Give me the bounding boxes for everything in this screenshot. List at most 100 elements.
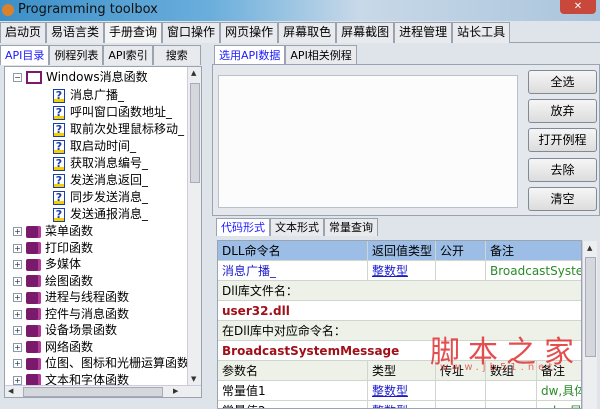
param-note[interactable]: pdw,局	[537, 401, 581, 408]
scroll-up-icon[interactable]: ▲	[587, 244, 592, 252]
tree-horizontal-scrollbar[interactable]: ◀ ▶	[5, 385, 201, 397]
expand-icon[interactable]: +	[13, 375, 22, 385]
collapse-icon[interactable]: −	[13, 73, 22, 82]
col-dll-name: DLL命令名	[218, 241, 368, 261]
tab-webmaster[interactable]: 站长工具	[452, 22, 511, 43]
dll-label-row: Dll库文件名：	[218, 281, 581, 301]
scroll-thumb[interactable]	[190, 83, 200, 183]
tree-node-label: 同步发送消息_	[70, 190, 149, 204]
tab-process[interactable]: 进程管理	[394, 22, 453, 43]
tab-example-list[interactable]: 例程列表	[49, 45, 104, 65]
clear-button[interactable]: 清空	[528, 187, 597, 211]
table-row[interactable]: 常量值1 整数型 dw,具体	[218, 381, 581, 401]
scroll-right-icon[interactable]: ▶	[173, 387, 178, 395]
main-tabs: 启动页 易语言类 手册查询 窗口操作 网页操作 屏幕取色 屏幕截图 进程管理 站…	[0, 22, 600, 43]
scroll-thumb[interactable]	[23, 387, 163, 397]
tab-screenshot[interactable]: 屏幕截图	[336, 22, 395, 43]
book-icon	[26, 357, 41, 370]
tab-window[interactable]: 窗口操作	[162, 22, 221, 43]
tab-text-form[interactable]: 文本形式	[270, 218, 324, 236]
expand-icon[interactable]: +	[13, 260, 22, 269]
book-icon	[26, 308, 41, 320]
dll-value-row[interactable]: user32.dll	[218, 301, 581, 321]
col-param-type: 类型	[368, 361, 436, 381]
param-byref[interactable]	[436, 401, 486, 408]
tab-web[interactable]: 网页操作	[220, 22, 279, 43]
tree-node-group[interactable]: + 进程与线程函数	[13, 289, 129, 306]
api-tree[interactable]: − Windows消息函数 ? 消息广播_? 呼叫窗口函数地址_? 取前次处理鼠标移动_…	[4, 66, 202, 398]
select-all-button[interactable]: 全选	[528, 70, 597, 94]
tab-api-catalog[interactable]: API目录	[0, 45, 50, 65]
table-row[interactable]: 消息广播_ 整数型 BroadcastSystemMessage	[218, 261, 581, 281]
scroll-down-icon[interactable]: ▼	[191, 375, 196, 383]
tab-code-form[interactable]: 代码形式	[216, 218, 270, 236]
expand-icon[interactable]: +	[13, 309, 22, 319]
param-array[interactable]	[486, 401, 537, 408]
scroll-left-icon[interactable]: ◀	[8, 387, 13, 395]
tree-node-group[interactable]: + 绘图函数	[13, 273, 93, 290]
tab-start[interactable]: 启动页	[0, 22, 47, 43]
tree-node-group[interactable]: + 多媒体	[13, 256, 81, 273]
tree-node-label: 网络函数	[45, 339, 94, 354]
expand-icon[interactable]: +	[13, 276, 22, 286]
tab-manual[interactable]: 手册查询	[104, 22, 163, 43]
tree-node-item[interactable]: ? 消息广播_	[53, 87, 124, 104]
param-type-link[interactable]: 整数型	[368, 381, 436, 401]
tree-node-item[interactable]: ? 发送通报消息_	[53, 206, 148, 223]
scroll-up-icon[interactable]: ▲	[191, 69, 196, 77]
discard-button[interactable]: 放弃	[528, 99, 597, 123]
tree-node-group[interactable]: + 菜单函数	[13, 223, 93, 240]
tab-color-pick[interactable]: 屏幕取色	[278, 22, 337, 43]
tree-node-label: 取前次处理鼠标移动_	[70, 122, 185, 136]
tree-node-item[interactable]: ? 同步发送消息_	[53, 189, 148, 206]
dll-value[interactable]: user32.dll	[218, 301, 581, 321]
tab-api-index[interactable]: API索引	[103, 45, 153, 65]
tab-constant-query[interactable]: 常量查询	[324, 218, 378, 236]
tree-node-label: 取启动时间_	[70, 139, 137, 153]
tree-node-group[interactable]: + 打印函数	[13, 240, 93, 257]
selected-api-list[interactable]	[218, 75, 518, 208]
param-name[interactable]: 常量值1	[218, 381, 368, 401]
tree-node-label: 位图、图标和光栅运算函数	[45, 356, 190, 370]
expand-icon[interactable]: +	[13, 227, 22, 236]
cmd-note[interactable]: BroadcastSystemMessage	[486, 261, 581, 281]
tree-node-root[interactable]: − Windows消息函数	[13, 69, 148, 86]
remove-button[interactable]: 去除	[528, 158, 597, 182]
table-row[interactable]: 常量值2整数型 pdw,局	[218, 401, 581, 408]
tab-search[interactable]: 搜索	[152, 45, 201, 65]
param-byref[interactable]	[436, 381, 486, 401]
tree-node-group[interactable]: + 网络函数	[13, 339, 93, 356]
cmd-type-link[interactable]: 整数型	[368, 261, 436, 281]
tree-node-item[interactable]: ? 呼叫窗口函数地址_	[53, 104, 172, 121]
tab-eyuyan[interactable]: 易语言类	[46, 22, 105, 43]
tree-node-item[interactable]: ? 获取消息编号_	[53, 155, 148, 172]
close-button[interactable]: ✕	[560, 0, 596, 14]
col-note: 备注	[486, 241, 581, 261]
expand-icon[interactable]: +	[13, 342, 22, 352]
expand-icon[interactable]: +	[13, 243, 22, 253]
tree-node-item[interactable]: ? 取前次处理鼠标移动_	[53, 121, 184, 138]
expand-icon[interactable]: +	[13, 359, 22, 368]
tree-node-item[interactable]: ? 发送消息返回_	[53, 172, 148, 189]
grid-vertical-scrollbar[interactable]: ▲	[582, 241, 597, 409]
book-icon	[26, 291, 41, 304]
tree-vertical-scrollbar[interactable]: ▲ ▼	[187, 67, 201, 385]
help-topic-icon: ?	[53, 173, 65, 188]
param-name[interactable]: 常量值2	[218, 401, 368, 408]
tab-api-examples[interactable]: API相关例程	[285, 45, 357, 65]
expand-icon[interactable]: +	[13, 326, 22, 335]
param-note[interactable]: dw,具体	[537, 381, 581, 401]
tree-node-item[interactable]: ? 取启动时间_	[53, 138, 136, 155]
scroll-thumb[interactable]	[585, 257, 596, 357]
cmd-public[interactable]	[436, 261, 486, 281]
tab-selected-api-data[interactable]: 选用API数据	[214, 45, 286, 65]
param-array[interactable]	[486, 381, 537, 401]
open-example-button[interactable]: 打开例程	[528, 128, 597, 152]
tree-node-label: 消息广播_	[70, 88, 125, 102]
expand-icon[interactable]: +	[13, 293, 22, 302]
param-type-link[interactable]: 整数型	[368, 401, 436, 408]
tree-node-group[interactable]: + 控件与消息函数	[13, 306, 129, 323]
tree-node-group[interactable]: + 位图、图标和光栅运算函数	[13, 355, 189, 372]
tree-node-group[interactable]: + 设备场景函数	[13, 322, 117, 339]
cmd-name[interactable]: 消息广播_	[218, 261, 368, 281]
